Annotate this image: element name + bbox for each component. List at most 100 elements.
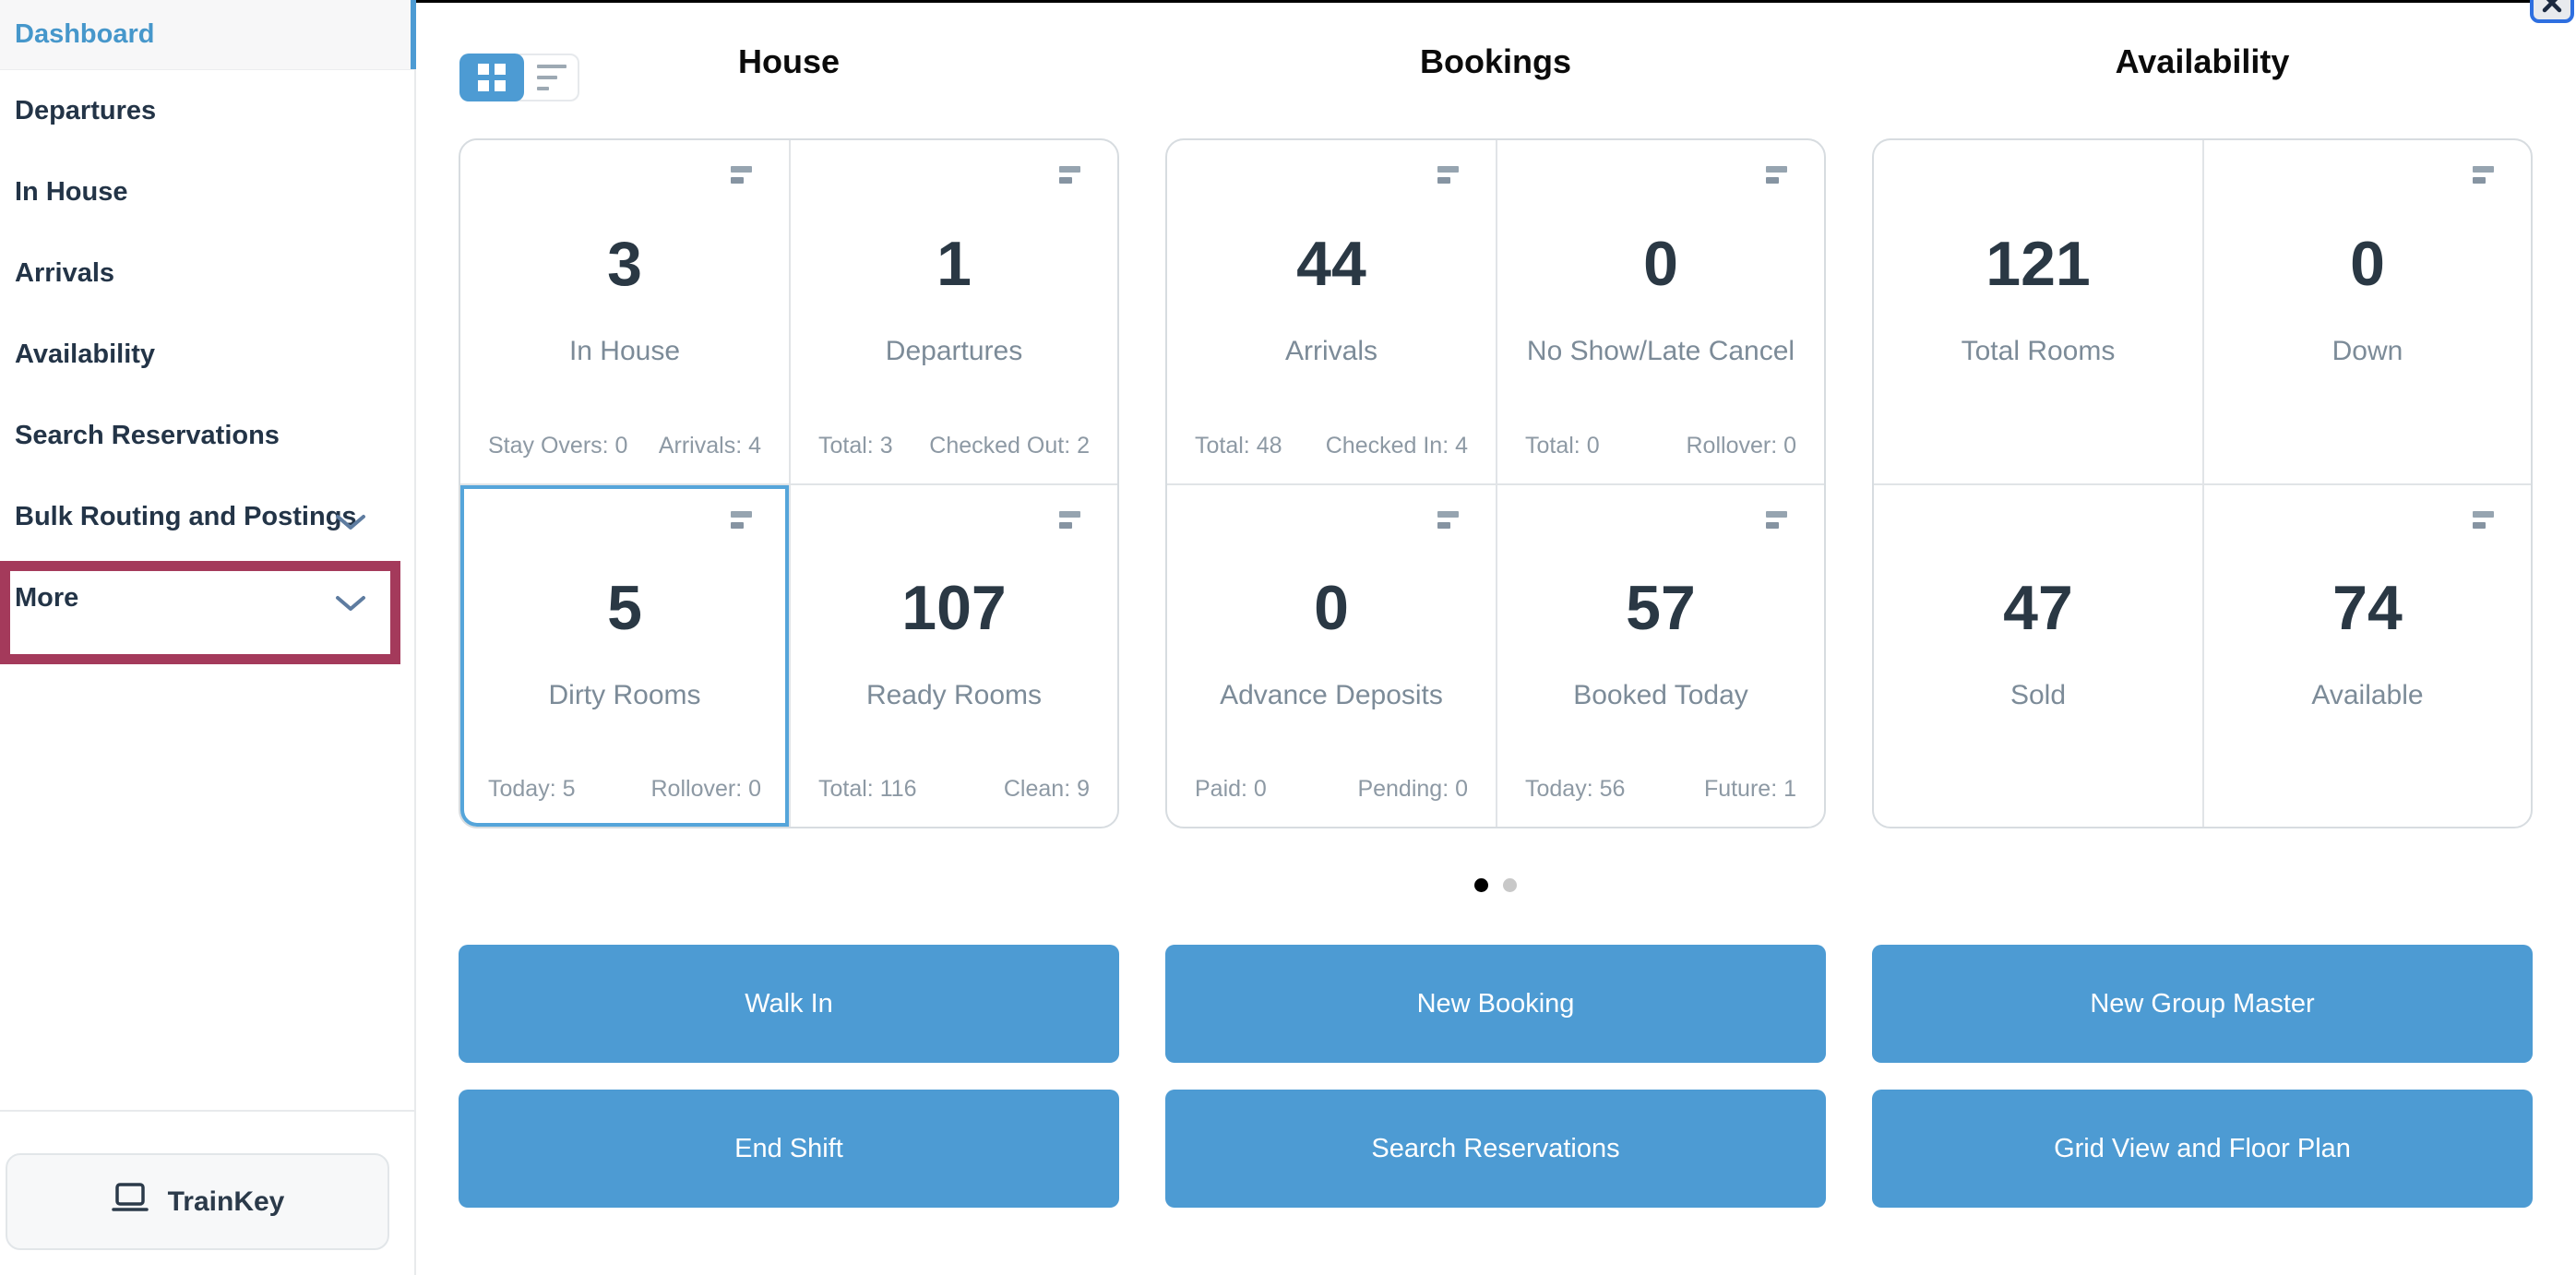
sidebar-item-dashboard[interactable]: Dashboard xyxy=(0,0,416,70)
stat-card-booked-today[interactable]: 57 Booked Today Today: 56 Future: 1 xyxy=(1496,483,1824,827)
card-options-icon[interactable] xyxy=(1437,166,1459,184)
stat-detail-left: Total: 0 xyxy=(1525,433,1600,459)
grid-icon xyxy=(478,64,506,91)
stat-card-in-house[interactable]: 3 In House Stay Overs: 0 Arrivals: 4 xyxy=(460,140,789,483)
sidebar-item-label: More xyxy=(15,582,79,613)
list-view-button[interactable] xyxy=(517,54,579,101)
stat-value: 0 xyxy=(1643,229,1678,299)
stat-label: Departures xyxy=(885,336,1023,366)
stat-card-arrivals[interactable]: 44 Arrivals Total: 48 Checked In: 4 xyxy=(1167,140,1496,483)
sidebar-item-label: Bulk Routing and Postings xyxy=(15,501,357,531)
stat-detail-left: Today: 5 xyxy=(488,776,576,802)
stat-detail-right: Checked Out: 2 xyxy=(929,433,1090,459)
stat-detail-right: Clean: 9 xyxy=(1003,776,1090,802)
search-reservations-button[interactable]: Search Reservations xyxy=(1165,1090,1826,1208)
stat-details: Total: 3 Checked Out: 2 xyxy=(818,433,1090,459)
section-house: House 3 In House Stay Overs: 0 Arrivals:… xyxy=(459,42,1119,828)
sidebar-item-bulk-routing-and-postings[interactable]: Bulk Routing and Postings xyxy=(0,476,414,557)
stat-card-departures[interactable]: 1 Departures Total: 3 Checked Out: 2 xyxy=(789,140,1117,483)
stat-detail-right: Future: 1 xyxy=(1703,776,1796,802)
stat-details: Total: 116 Clean: 9 xyxy=(818,776,1090,803)
stat-card-group-availability: 121 Total Rooms 0 Down 47 Sold 74 Availa… xyxy=(1872,138,2533,828)
stat-label: In House xyxy=(568,336,681,366)
stat-label: No Show/Late Cancel xyxy=(1526,336,1795,366)
main-content: House 3 In House Stay Overs: 0 Arrivals:… xyxy=(416,0,2576,1275)
card-options-icon[interactable] xyxy=(1766,166,1787,184)
sidebar-item-more[interactable]: More xyxy=(0,557,414,638)
sidebar-item-label: Arrivals xyxy=(15,257,115,288)
stat-details: Stay Overs: 0 Arrivals: 4 xyxy=(488,433,761,459)
stat-detail-right: Checked In: 4 xyxy=(1325,433,1468,459)
stat-card-no-show-late-cancel[interactable]: 0 No Show/Late Cancel Total: 0 Rollover:… xyxy=(1496,140,1824,483)
stat-value: 121 xyxy=(1986,229,2091,299)
card-options-icon[interactable] xyxy=(1437,511,1459,529)
trainkey-label: TrainKey xyxy=(167,1186,285,1217)
stat-detail-right: Pending: 0 xyxy=(1357,776,1468,802)
card-options-icon[interactable] xyxy=(2473,166,2494,184)
stat-value: 5 xyxy=(607,573,642,643)
sidebar-item-label: Search Reservations xyxy=(15,420,280,450)
stat-card-dirty-rooms[interactable]: 5 Dirty Rooms Today: 5 Rollover: 0 xyxy=(460,483,789,827)
stat-card-group-house: 3 In House Stay Overs: 0 Arrivals: 4 1 D… xyxy=(459,138,1119,828)
section-bookings: Bookings 44 Arrivals Total: 48 Checked I… xyxy=(1165,42,1826,828)
stat-value: 0 xyxy=(2350,229,2385,299)
stat-card-ready-rooms[interactable]: 107 Ready Rooms Total: 116 Clean: 9 xyxy=(789,483,1117,827)
section-availability: Availability 121 Total Rooms 0 Down 47 S… xyxy=(1872,42,2533,828)
stat-label: Ready Rooms xyxy=(865,680,1043,710)
stat-card-down[interactable]: 0 Down xyxy=(2202,140,2531,483)
end-shift-button[interactable]: End Shift xyxy=(459,1090,1119,1208)
stat-value: 74 xyxy=(2332,573,2403,643)
stat-detail-right: Rollover: 0 xyxy=(650,776,762,802)
sidebar-footer: TrainKey xyxy=(0,1110,414,1275)
chevron-down-icon xyxy=(335,590,366,620)
stat-card-sold[interactable]: 47 Sold xyxy=(1874,483,2202,827)
stat-value: 107 xyxy=(901,573,1007,643)
stat-value: 3 xyxy=(607,229,642,299)
card-options-icon[interactable] xyxy=(1059,511,1080,529)
card-options-icon[interactable] xyxy=(2473,511,2494,529)
stat-value: 1 xyxy=(936,229,972,299)
sidebar-item-label: In House xyxy=(15,176,128,207)
list-icon xyxy=(537,65,566,90)
stat-value: 0 xyxy=(1314,573,1349,643)
stat-detail-left: Total: 116 xyxy=(818,776,917,802)
card-options-icon[interactable] xyxy=(731,511,752,529)
walk-in-button[interactable]: Walk In xyxy=(459,945,1119,1063)
card-options-icon[interactable] xyxy=(731,166,752,184)
new-group-master-button[interactable]: New Group Master xyxy=(1872,945,2533,1063)
section-title: Bookings xyxy=(1419,42,1571,80)
new-booking-button[interactable]: New Booking xyxy=(1165,945,1826,1063)
sidebar-item-label: Availability xyxy=(15,339,156,369)
stat-detail-left: Paid: 0 xyxy=(1195,776,1267,802)
stat-label: Down xyxy=(2332,336,2403,366)
action-buttons: Walk In New Booking New Group Master End… xyxy=(459,945,2533,1208)
sidebar-item-label: Departures xyxy=(15,95,157,125)
carousel-dot-1[interactable] xyxy=(1474,878,1488,892)
sidebar-item-departures[interactable]: Departures xyxy=(0,70,414,151)
stat-card-available[interactable]: 74 Available xyxy=(2202,483,2531,827)
laptop-icon xyxy=(111,1182,149,1222)
grid-view-button[interactable] xyxy=(459,54,524,101)
sidebar: Dashboard Departures In House Arrivals A… xyxy=(0,0,416,1275)
sidebar-item-availability[interactable]: Availability xyxy=(0,314,414,395)
carousel-dot-2[interactable] xyxy=(1503,878,1517,892)
stat-card-total-rooms[interactable]: 121 Total Rooms xyxy=(1874,140,2202,483)
stat-detail-right: Arrivals: 4 xyxy=(658,433,761,459)
stat-detail-left: Total: 48 xyxy=(1195,433,1282,459)
stat-detail-left: Stay Overs: 0 xyxy=(488,433,628,459)
stat-label: Advance Deposits xyxy=(1220,680,1443,710)
stat-label: Available xyxy=(2311,680,2424,710)
sidebar-item-in-house[interactable]: In House xyxy=(0,151,414,232)
stat-details: Total: 48 Checked In: 4 xyxy=(1195,433,1468,459)
sidebar-item-arrivals[interactable]: Arrivals xyxy=(0,232,414,314)
sidebar-item-search-reservations[interactable]: Search Reservations xyxy=(0,395,414,476)
card-options-icon[interactable] xyxy=(1059,166,1080,184)
stat-card-advance-deposits[interactable]: 0 Advance Deposits Paid: 0 Pending: 0 xyxy=(1167,483,1496,827)
trainkey-button[interactable]: TrainKey xyxy=(6,1153,389,1250)
carousel-pager xyxy=(459,878,2533,892)
grid-view-and-floor-plan-button[interactable]: Grid View and Floor Plan xyxy=(1872,1090,2533,1208)
stat-value: 47 xyxy=(2003,573,2073,643)
stat-detail-left: Today: 56 xyxy=(1525,776,1626,802)
chevron-down-icon xyxy=(335,508,366,539)
card-options-icon[interactable] xyxy=(1766,511,1787,529)
